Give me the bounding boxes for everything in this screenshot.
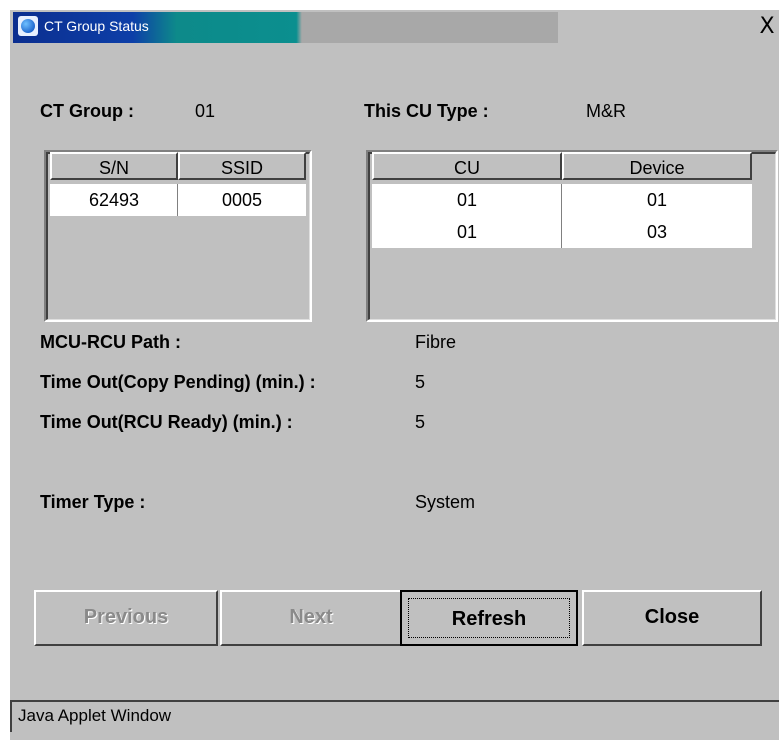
- refresh-button-label: Refresh: [408, 598, 570, 638]
- ct-group-label: CT Group :: [40, 101, 134, 121]
- cu-header[interactable]: CU: [372, 152, 562, 180]
- ct-group-value: 01: [195, 101, 216, 121]
- cu-cell[interactable]: 01: [372, 216, 562, 248]
- window-title: CT Group Status: [44, 18, 149, 34]
- next-button[interactable]: Next: [220, 590, 402, 646]
- title-bar[interactable]: CT Group Status X: [10, 10, 779, 46]
- cu-cell[interactable]: 01: [372, 184, 562, 216]
- timeout-copy-label: Time Out(Copy Pending) (min.) :: [40, 372, 316, 392]
- timeout-copy-value: 5: [415, 372, 426, 392]
- sn-ssid-table[interactable]: S/N SSID 62493 0005: [44, 150, 312, 322]
- device-header[interactable]: Device: [562, 152, 752, 180]
- path-value: Fibre: [415, 332, 457, 352]
- ssid-cell[interactable]: 0005: [178, 184, 306, 216]
- close-icon[interactable]: X: [755, 14, 779, 40]
- previous-button[interactable]: Previous: [34, 590, 218, 646]
- sn-header[interactable]: S/N: [50, 152, 178, 180]
- device-cell[interactable]: 03: [562, 216, 752, 248]
- sn-cell[interactable]: 62493: [50, 184, 178, 216]
- ie-applet-icon: [18, 16, 38, 36]
- refresh-button[interactable]: Refresh: [400, 590, 578, 646]
- close-button[interactable]: Close: [582, 590, 762, 646]
- cu-device-table[interactable]: CU Device 01 01 01 03: [366, 150, 778, 322]
- cu-type-label: This CU Type :: [364, 101, 489, 121]
- cu-type-value: M&R: [586, 101, 626, 121]
- path-label: MCU-RCU Path :: [40, 332, 181, 352]
- timeout-rcu-label: Time Out(RCU Ready) (min.) :: [40, 412, 293, 432]
- timeout-rcu-value: 5: [415, 412, 426, 432]
- device-cell[interactable]: 01: [562, 184, 752, 216]
- ct-group-status-window: CT Group Status X CT Group : 01 This CU …: [10, 10, 779, 740]
- ssid-header[interactable]: SSID: [178, 152, 306, 180]
- timer-type-label: Timer Type :: [40, 492, 146, 512]
- timer-type-value: System: [415, 492, 476, 512]
- applet-status-bar: Java Applet Window: [10, 700, 779, 732]
